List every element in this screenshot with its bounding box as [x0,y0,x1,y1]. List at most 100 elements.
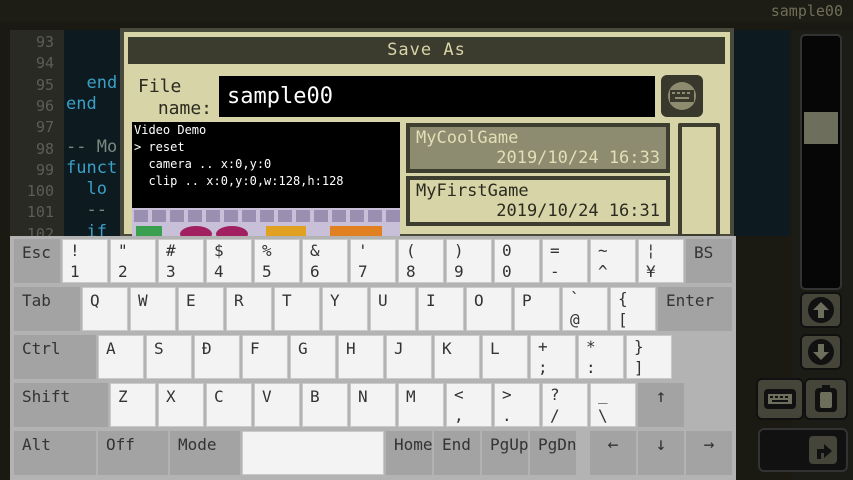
key-a[interactable]: A [98,335,144,379]
key-tab[interactable]: Tab [14,287,80,331]
key-n[interactable]: N [350,383,396,427]
key-c[interactable]: C [206,383,252,427]
key-sym10[interactable]: +; [530,335,576,379]
key-enter[interactable]: Enter [658,287,732,331]
key-sym8[interactable]: ← [590,431,636,475]
key-sym11[interactable]: *: [578,335,624,379]
key-sym10[interactable]: → [686,431,732,475]
key-sym8[interactable]: <, [446,383,492,427]
key-label: Esc [22,243,51,262]
key-sym12[interactable]: ↑ [638,383,684,427]
key-w[interactable]: W [130,287,176,331]
key-label: ^ [598,262,608,281]
keyboard-toggle-button[interactable] [661,75,703,117]
key-sym4[interactable]: $4 [206,239,252,283]
key-shift-label: } [634,337,644,356]
key-sym1[interactable]: ! 1 [62,239,108,283]
key-shift-label: ( [406,241,416,260]
key-ctrl[interactable]: Ctrl [14,335,96,379]
code-line: lo [66,179,107,200]
key-b[interactable]: B [302,383,348,427]
key-pgdn[interactable]: PgDn [530,431,577,475]
key-sym11[interactable]: ` @ [562,287,608,331]
key-sym11[interactable]: = - [542,239,588,283]
key-space[interactable] [242,431,384,475]
key-z[interactable]: Z [110,383,156,427]
key-sym11[interactable]: _ \ [590,383,636,427]
key-label: 9 [454,262,464,281]
key-label: 0 [502,262,512,281]
key-u[interactable]: U [370,287,416,331]
key-label: PgUp [490,435,529,454]
key-sym5[interactable]: % 5 [254,239,300,283]
key-sym12[interactable]: ~ ^ [590,239,636,283]
side-clipboard-button[interactable] [804,378,848,420]
key-mode[interactable]: Mode [170,431,240,475]
key-l[interactable]: L [482,335,528,379]
key-shift-label: ¦ [646,241,656,260]
key-i[interactable]: I [418,287,464,331]
line-number: 100 [26,182,54,201]
key-t[interactable]: T [274,287,320,331]
key-sym3[interactable]: #3 [158,239,204,283]
key-j[interactable]: J [386,335,432,379]
key-sym2[interactable]: " 2 [110,239,156,283]
key-sym10[interactable]: ? / [542,383,588,427]
key-shift[interactable]: Shift [14,383,108,427]
editor-scrollbar[interactable] [800,34,842,290]
key-label: V [262,387,272,406]
key-p[interactable]: P [514,287,560,331]
key-sym7[interactable]: ' 7 [350,239,396,283]
key-sym9[interactable]: >. [494,383,540,427]
key-sym12[interactable]: }] [626,335,672,379]
key-s[interactable]: S [146,335,192,379]
file-list-item[interactable]: MyCoolGame 2019/10/24 16:33 [406,123,670,173]
key-pgup[interactable]: PgUp [482,431,529,475]
run-arrow-icon [809,436,837,464]
key-label: 8 [406,262,416,281]
key-bs[interactable]: BS [686,239,732,283]
key-label: 7 [358,262,368,281]
key-label: Off [106,435,135,454]
key-r[interactable]: R [226,287,272,331]
scrollbar-thumb[interactable] [804,112,838,144]
key-e[interactable]: E [178,287,224,331]
run-button[interactable] [758,428,848,472]
key-label: R [234,291,244,310]
key-sym3[interactable]: Đ [194,335,240,379]
key-label: 3 [166,262,176,281]
key-sym6[interactable]: & 6 [302,239,348,283]
key-h[interactable]: H [338,335,384,379]
key-sym12[interactable]: {[ [610,287,656,331]
key-x[interactable]: X [158,383,204,427]
code-line: end [66,72,118,93]
key-v[interactable]: V [254,383,300,427]
key-0[interactable]: 00 [494,239,540,283]
scroll-up-button[interactable] [800,292,842,328]
key-sym8[interactable]: (8 [398,239,444,283]
file-list-scrollbar[interactable] [678,123,720,238]
key-m[interactable]: M [398,383,444,427]
key-label: Home [394,435,433,454]
key-q[interactable]: Q [82,287,128,331]
scroll-down-button[interactable] [800,334,842,370]
key-home[interactable]: Home [386,431,433,475]
key-alt[interactable]: Alt [14,431,96,475]
file-list-item[interactable]: MyFirstGame 2019/10/24 16:31 [406,176,670,226]
key-label: 2 [118,262,128,281]
key-o[interactable]: O [466,287,512,331]
key-end[interactable]: End [434,431,480,475]
key-f[interactable]: F [242,335,288,379]
key-sym13[interactable]: ¦ ¥ [638,239,684,283]
code-line: end [66,93,97,114]
key-g[interactable]: G [290,335,336,379]
side-keyboard-button[interactable] [756,378,804,420]
key-sym9[interactable]: ) 9 [446,239,492,283]
file-name-input[interactable] [219,76,655,117]
key-off[interactable]: Off [98,431,168,475]
key-k[interactable]: K [434,335,480,379]
key-y[interactable]: Y [322,287,368,331]
key-esc[interactable]: Esc [14,239,60,283]
key-sym9[interactable]: ↓ [638,431,684,475]
key-label: I [426,291,436,310]
